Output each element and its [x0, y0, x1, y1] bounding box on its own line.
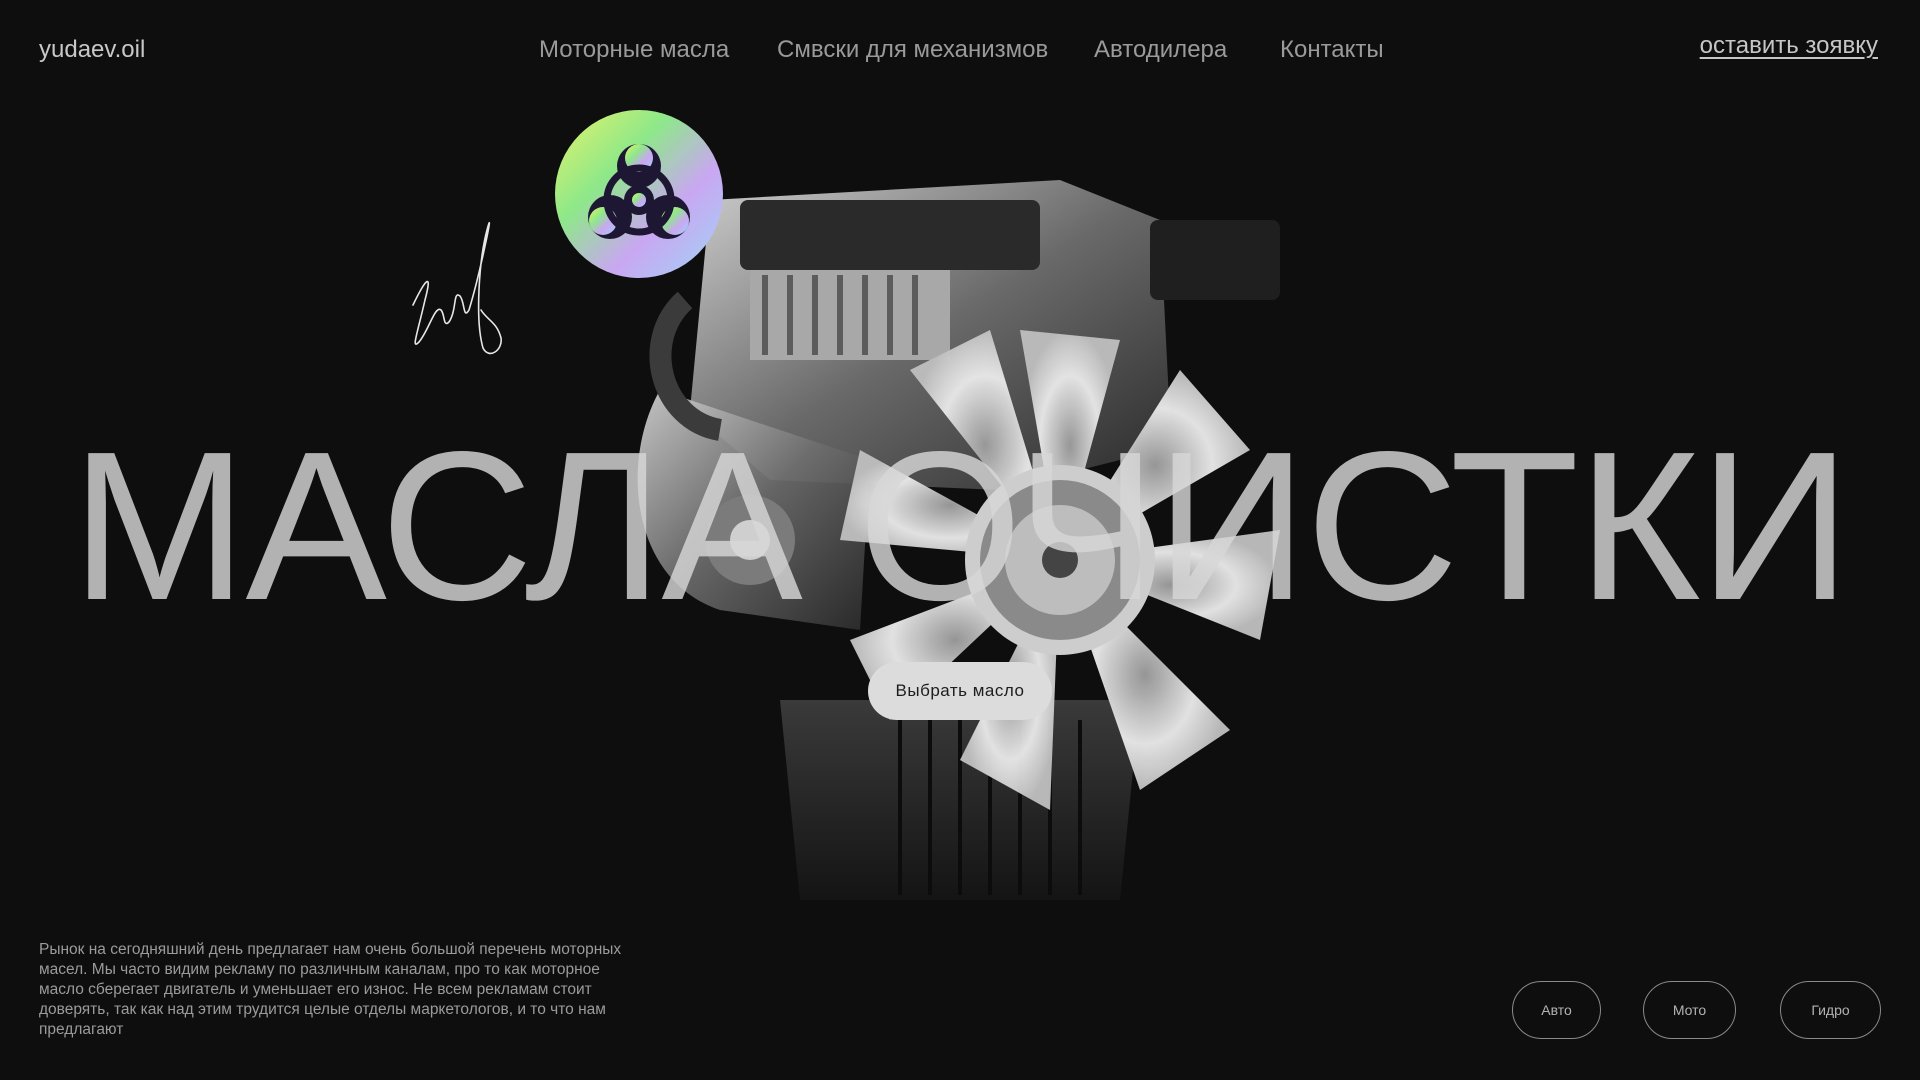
intro-description: Рынок на сегодняшний день предлагает нам…: [39, 941, 622, 1038]
biohazard-icon: [555, 110, 723, 278]
category-auto-button[interactable]: Авто: [1512, 981, 1601, 1039]
leave-request-link[interactable]: оставить зоявку: [1700, 32, 1878, 60]
nav-greases[interactable]: Смвски для механизмов: [777, 36, 1048, 64]
nav-dealers[interactable]: Автодилера: [1094, 36, 1227, 64]
nav-motor-oils[interactable]: Моторные масла: [539, 36, 729, 64]
category-moto-button[interactable]: Мото: [1643, 981, 1736, 1039]
choose-oil-button[interactable]: Выбрать масло: [868, 662, 1052, 720]
signature: [412, 221, 502, 355]
hero-headline: МАСЛА ОЧИСТКИ: [70, 407, 1851, 644]
main-nav: Моторные масла Смвски для механизмов Авт…: [0, 36, 1920, 68]
nav-contacts[interactable]: Контакты: [1280, 36, 1384, 64]
category-hydro-button[interactable]: Гидро: [1780, 981, 1881, 1039]
